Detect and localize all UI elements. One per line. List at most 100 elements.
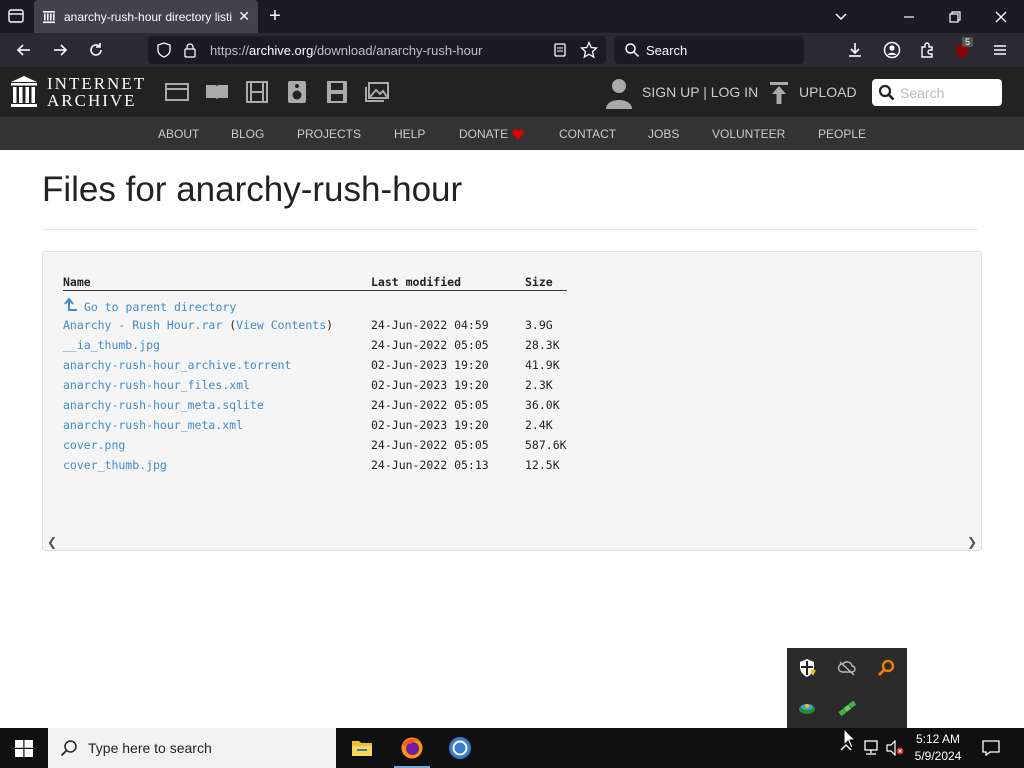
sign-up-log-in-link[interactable]: SIGN UP | LOG IN — [642, 84, 758, 100]
ia-search-input[interactable]: Search — [872, 79, 1002, 106]
user-avatar-icon[interactable] — [604, 77, 634, 109]
network-globe-icon[interactable] — [797, 698, 817, 718]
file-link[interactable]: __ia_thumb.jpg — [63, 338, 160, 352]
volume-muted-icon[interactable] — [886, 740, 904, 756]
nav-donate[interactable]: DONATE — [459, 127, 508, 141]
downloads-icon[interactable] — [845, 40, 865, 60]
tracking-protection-shield-icon[interactable] — [156, 42, 172, 58]
ublock-extension-button[interactable]: 5 — [952, 37, 976, 63]
nav-help[interactable]: HELP — [394, 127, 425, 141]
texts-book-icon[interactable] — [204, 80, 230, 104]
scroll-right-arrow-icon[interactable]: ❯ — [967, 535, 977, 549]
file-size: 12.5K — [525, 458, 560, 472]
new-tab-button[interactable]: + — [264, 6, 286, 28]
magnifier-tool-icon[interactable] — [877, 658, 897, 678]
browser-app-icon — [449, 737, 471, 759]
software-floppy-icon[interactable] — [324, 80, 350, 104]
reader-view-icon[interactable] — [552, 42, 568, 58]
url-scheme: https:// — [210, 43, 250, 58]
nav-people[interactable]: PEOPLE — [818, 127, 866, 141]
column-header-name[interactable]: Name — [63, 275, 91, 289]
extensions-puzzle-icon[interactable] — [918, 40, 938, 60]
file-row: anarchy-rush-hour_files.xml 02-Jun-2023 … — [43, 378, 643, 398]
taskbar-chrome-like-browser[interactable] — [436, 728, 484, 768]
column-header-last-modified[interactable]: Last modified — [371, 275, 461, 289]
column-header-size[interactable]: Size — [525, 275, 553, 289]
file-link[interactable]: anarchy-rush-hour_meta.sqlite — [63, 398, 264, 412]
file-link[interactable]: cover.png — [63, 438, 125, 452]
bookmark-star-icon[interactable] — [580, 41, 598, 59]
audio-speaker-icon[interactable] — [284, 80, 310, 104]
restore-window-icon[interactable] — [944, 6, 966, 28]
close-tab-icon[interactable]: ✕ — [238, 9, 250, 23]
images-icon[interactable] — [364, 80, 390, 104]
taskbar-file-explorer[interactable] — [338, 728, 386, 768]
nav-volunteer[interactable]: VOLUNTEER — [712, 127, 785, 141]
internet-archive-logo-text[interactable]: INTERNET ARCHIVE — [47, 75, 146, 109]
url-host: archive.org — [249, 43, 314, 58]
internet-archive-favicon — [43, 10, 55, 23]
file-link[interactable]: Anarchy - Rush Hour.rar — [63, 318, 222, 332]
browser-search-bar[interactable]: Search — [614, 36, 804, 64]
file-modified: 24-Jun-2022 05:05 — [371, 338, 489, 352]
list-all-tabs-icon[interactable] — [6, 7, 26, 25]
internet-archive-logo-icon[interactable] — [10, 75, 38, 109]
taskbar-clock[interactable]: 5:12 AM 5/9/2024 — [906, 731, 970, 765]
directory-listing: Name Last modified Size Go to parent dir… — [42, 251, 982, 551]
windows-security-shield-icon[interactable] — [797, 658, 817, 678]
file-size: 41.9K — [525, 358, 560, 372]
ia-top-bar: INTERNET ARCHIVE SIGN UP | LOG IN UPLOAD… — [0, 67, 1024, 117]
nav-projects[interactable]: PROJECTS — [297, 127, 361, 141]
url-bar[interactable]: https://archive.org/download/anarchy-rus… — [148, 36, 606, 64]
view-contents-link[interactable]: View Contents — [236, 318, 326, 332]
file-link[interactable]: cover_thumb.jpg — [63, 458, 167, 472]
file-row: anarchy-rush-hour_archive.torrent 02-Jun… — [43, 358, 643, 378]
page-title: Files for anarchy-rush-hour — [42, 170, 463, 209]
scroll-left-arrow-icon[interactable]: ❮ — [47, 535, 57, 549]
green-app-icon[interactable] — [837, 698, 857, 718]
web-archive-icon[interactable] — [164, 80, 190, 104]
list-tabs-chevron-icon[interactable] — [830, 6, 852, 28]
upload-arrow-icon[interactable] — [768, 81, 790, 105]
lock-icon[interactable] — [182, 42, 198, 58]
close-paren: ) — [326, 318, 334, 332]
file-row: anarchy-rush-hour_meta.xml 02-Jun-2023 1… — [43, 418, 643, 438]
reload-icon[interactable] — [86, 40, 106, 60]
url-path: /download/anarchy-rush-hour — [313, 43, 483, 58]
minimize-window-icon[interactable] — [898, 6, 920, 28]
file-row: cover.png 24-Jun-2022 05:05 587.6K — [43, 438, 643, 458]
file-link[interactable]: anarchy-rush-hour_meta.xml — [63, 418, 243, 432]
clock-time: 5:12 AM — [915, 732, 961, 746]
file-modified: 24-Jun-2022 05:05 — [371, 398, 489, 412]
header-divider — [63, 290, 567, 291]
nav-jobs[interactable]: JOBS — [648, 127, 679, 141]
taskbar-search-box[interactable]: Type here to search — [48, 728, 336, 768]
file-link[interactable]: anarchy-rush-hour_files.xml — [63, 378, 250, 392]
active-tab[interactable]: anarchy-rush-hour directory listing ✕ — [34, 0, 258, 33]
browser-tab-bar: anarchy-rush-hour directory listing ✕ + — [0, 0, 1024, 33]
forward-arrow-icon[interactable] — [50, 40, 70, 60]
browser-nav-bar: https://archive.org/download/anarchy-rus… — [0, 33, 1024, 67]
upload-link[interactable]: UPLOAD — [799, 84, 857, 100]
parent-directory-link[interactable]: Go to parent directory — [63, 297, 236, 314]
back-arrow-icon[interactable] — [14, 40, 34, 60]
close-window-icon[interactable] — [990, 6, 1012, 28]
file-link[interactable]: anarchy-rush-hour_archive.torrent — [63, 358, 291, 372]
video-film-icon[interactable] — [244, 80, 270, 104]
account-icon[interactable] — [882, 40, 902, 60]
ia-search-icon — [878, 84, 895, 101]
firefox-icon — [401, 737, 423, 759]
file-row: __ia_thumb.jpg 24-Jun-2022 05:05 28.3K — [43, 338, 643, 358]
taskbar-search-icon — [60, 740, 77, 757]
nav-blog[interactable]: BLOG — [231, 127, 264, 141]
notification-center-icon[interactable] — [982, 739, 1000, 757]
start-button[interactable] — [0, 728, 48, 768]
donate-heart-icon[interactable] — [512, 129, 524, 140]
network-icon[interactable] — [862, 740, 880, 756]
parent-directory-text[interactable]: Go to parent directory — [84, 300, 236, 314]
cloud-offline-icon[interactable] — [837, 658, 857, 678]
hamburger-menu-icon[interactable] — [990, 40, 1010, 60]
nav-about[interactable]: ABOUT — [158, 127, 199, 141]
taskbar-firefox[interactable] — [388, 728, 436, 768]
nav-contact[interactable]: CONTACT — [559, 127, 616, 141]
